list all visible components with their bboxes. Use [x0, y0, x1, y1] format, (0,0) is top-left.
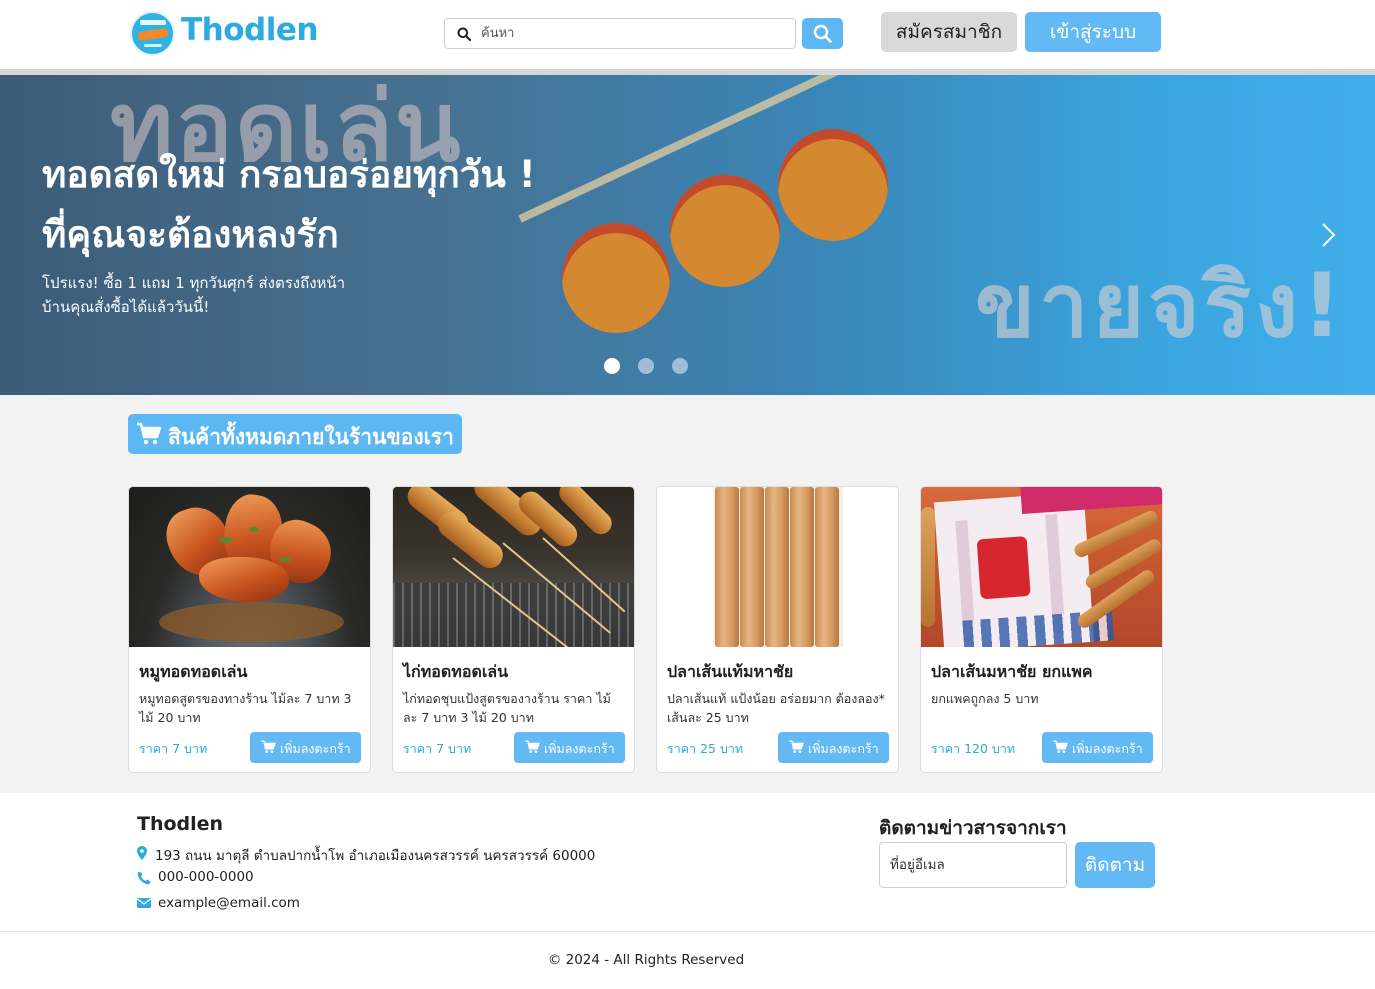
product-title: หมูทอดทอดเล่น: [139, 662, 248, 681]
product-card[interactable]: ไก่ทอดทอดเล่น ไก่ทอดชุบแป้งสูตรของางร้าน…: [392, 486, 635, 773]
add-to-cart-button[interactable]: เพิ่มลงตะกร้า: [778, 732, 889, 763]
cart-icon: [261, 740, 276, 753]
product-price: ราคา 7 บาท: [403, 741, 472, 756]
site-footer: Thodlen 193 ถนน มาตุลี ตำบลปากน้ำโพ อำเภ…: [0, 793, 1375, 989]
section-title: สินค้าทั้งหมดภายในร้านของเรา: [128, 414, 462, 454]
product-card[interactable]: ปลาเส้นมหาชัย ยกแพค ยกแพคถูกลง 5 บาท ราค…: [920, 486, 1163, 773]
product-card[interactable]: หมูทอดทอดเล่น หมูทอดสูตรของทางร้าน ไม้ละ…: [128, 486, 371, 773]
search-button[interactable]: [802, 18, 843, 49]
product-title: ปลาเส้นแท้มหาชัย: [667, 662, 794, 681]
product-image[interactable]: [921, 487, 1162, 647]
footer-phone-text: 000-000-0000: [158, 869, 254, 885]
search-icon: [457, 27, 471, 41]
add-to-cart-label: เพิ่มลงตะกร้า: [280, 741, 351, 756]
footer-address-text: 193 ถนน มาตุลี ตำบลปากน้ำโพ อำเภอเมืองนค…: [155, 848, 596, 864]
product-description: ไก่ทอดชุบแป้งสูตรของางร้าน ราคา ไม้ละ 7 …: [403, 691, 611, 725]
product-card[interactable]: ปลาเส้นแท้มหาชัย ปลาเส้นแท้ แป้งน้อย อร่…: [656, 486, 899, 773]
cart-icon: [137, 422, 162, 445]
brand-logo[interactable]: [130, 11, 175, 56]
add-to-cart-label: เพิ่มลงตะกร้า: [1072, 741, 1143, 756]
cart-icon: [1053, 740, 1068, 753]
map-pin-icon: [137, 846, 147, 860]
product-description: หมูทอดสูตรของทางร้าน ไม้ละ 7 บาท 3 ไม้ 2…: [139, 691, 352, 725]
carousel-dot[interactable]: [672, 358, 688, 374]
section-title-text: สินค้าทั้งหมดภายในร้านของเรา: [168, 425, 454, 449]
product-image[interactable]: [393, 487, 634, 647]
hero-title-line: ที่คุณจะต้องหลงรัก: [42, 213, 339, 256]
hero-fishball: [778, 129, 888, 241]
hero-carousel: ทอดเล่น ขายจริง! ทอดสดใหม่ กรอบอร่อยทุกว…: [0, 75, 1375, 395]
copyright: © 2024 - All Rights Reserved: [547, 952, 745, 968]
newsletter-title: ติดตามข่าวสารจากเรา: [879, 817, 1067, 839]
hero-fishball: [562, 223, 670, 333]
hero-fishball: [670, 175, 780, 287]
product-image[interactable]: [657, 487, 898, 647]
product-description: ปลาเส้นแท้ แป้งน้อย อร่อยมาก ต้องลอง* เส…: [667, 691, 885, 725]
add-to-cart-label: เพิ่มลงตะกร้า: [544, 741, 615, 756]
product-image[interactable]: [129, 487, 370, 647]
carousel-dot[interactable]: [604, 358, 620, 374]
cart-icon: [525, 740, 540, 753]
footer-brand: Thodlen: [137, 813, 224, 835]
search-icon: [813, 24, 832, 43]
register-button[interactable]: สมัครสมาชิก: [881, 12, 1017, 52]
search-box: [444, 18, 796, 49]
phone-icon: [137, 871, 151, 885]
product-price: ราคา 7 บาท: [139, 741, 208, 756]
hero-title-line: ทอดสดใหม่ กรอบอร่อยทุกวัน !: [42, 153, 536, 196]
newsletter-email-input[interactable]: [879, 842, 1067, 888]
product-price: ราคา 120 บาท: [931, 741, 1016, 756]
add-to-cart-button[interactable]: เพิ่มลงตะกร้า: [514, 732, 625, 763]
products-section: สินค้าทั้งหมดภายในร้านของเรา หมูทอดทอดเล…: [0, 395, 1375, 793]
hero-subtitle: โปรแรง! ซื้อ 1 แถม 1 ทุกวันศุกร์ ส่งตรงถ…: [42, 274, 346, 316]
product-description: ยกแพคถูกลง 5 บาท: [931, 691, 1039, 706]
brand-name[interactable]: Thodlen: [181, 12, 318, 48]
hero-background-word: ขายจริง!: [975, 254, 1347, 357]
login-button[interactable]: เข้าสู่ระบบ: [1025, 12, 1161, 52]
cart-icon: [789, 740, 804, 753]
product-price: ราคา 25 บาท: [667, 741, 744, 756]
add-to-cart-button[interactable]: เพิ่มลงตะกร้า: [250, 732, 361, 763]
chevron-right-icon[interactable]: [1318, 221, 1338, 249]
carousel-dot[interactable]: [638, 358, 654, 374]
hero-title: ทอดสดใหม่ กรอบอร่อยทุกวัน ! ที่คุณจะต้อง…: [42, 145, 536, 265]
envelope-icon: [137, 898, 151, 908]
add-to-cart-label: เพิ่มลงตะกร้า: [808, 741, 879, 756]
search-input[interactable]: [481, 20, 781, 47]
footer-divider: [0, 931, 1375, 932]
footer-email-text: example@email.com: [158, 895, 300, 911]
site-header: Thodlen สมัครสมาชิก เข้าสู่ระบบ: [0, 0, 1375, 69]
add-to-cart-button[interactable]: เพิ่มลงตะกร้า: [1042, 732, 1153, 763]
subscribe-button[interactable]: ติดตาม: [1075, 842, 1155, 888]
product-title: ปลาเส้นมหาชัย ยกแพค: [931, 662, 1093, 681]
product-title: ไก่ทอดทอดเล่น: [403, 662, 509, 681]
